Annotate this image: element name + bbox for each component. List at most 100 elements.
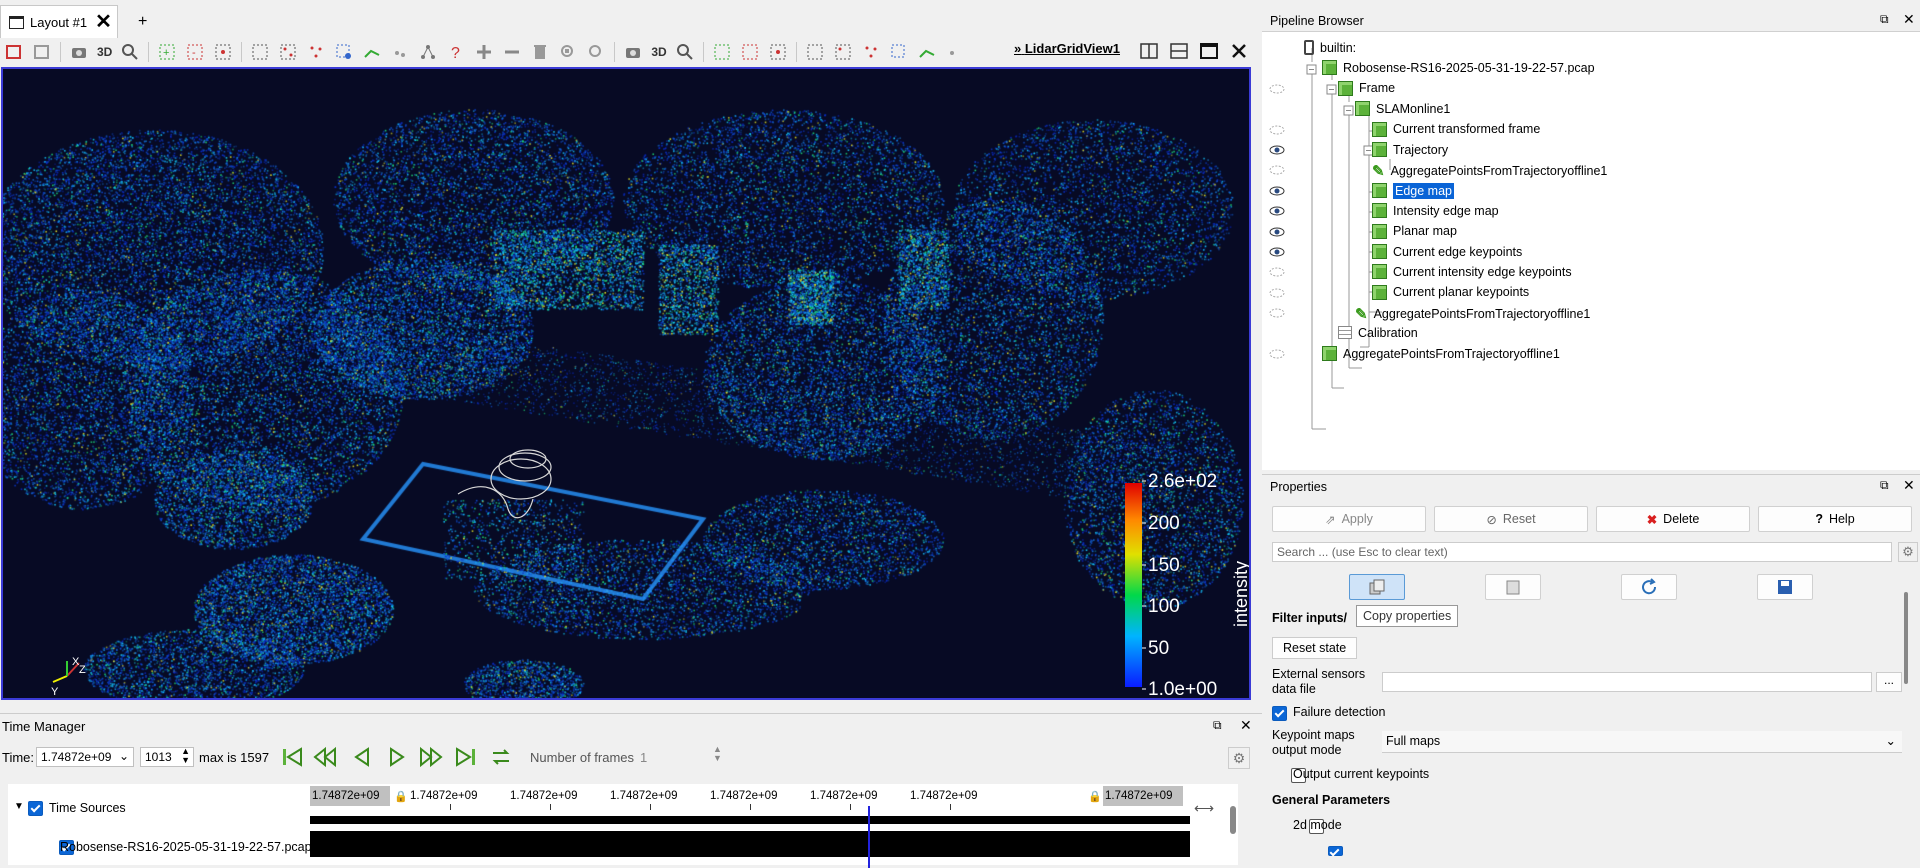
float-panel-icon[interactable]: ⧉ (1880, 12, 1889, 27)
hover-points-icon[interactable] (361, 41, 383, 63)
paste-properties-button[interactable] (1485, 574, 1541, 600)
split-vertical-icon[interactable] (1168, 40, 1190, 62)
lock-icon[interactable]: 🔒 (394, 790, 408, 803)
interactive-select-icon[interactable] (333, 41, 355, 63)
time-settings-gear-icon[interactable]: ⚙ (1228, 747, 1250, 769)
clear-selection-icon[interactable] (529, 41, 551, 63)
eye-open-icon[interactable] (1269, 227, 1285, 237)
timeline-scrollbar[interactable] (1230, 806, 1236, 834)
eye-closed-icon[interactable] (1269, 165, 1285, 175)
number-of-frames-value[interactable]: 1 (640, 750, 720, 765)
previous-frame-icon[interactable] (313, 745, 337, 772)
hover-cells-icon-2[interactable] (944, 41, 966, 63)
browse-button[interactable]: ... (1876, 672, 1902, 692)
pipeline-node[interactable]: ✎ AggregatePointsFromTrajectoryoffline1 (1372, 162, 1607, 180)
pipeline-node[interactable]: Current transformed frame (1372, 121, 1540, 137)
split-horizontal-icon[interactable] (1138, 40, 1160, 62)
properties-search-input[interactable]: Search ... (use Esc to clear text) (1272, 542, 1892, 562)
select-points-icon-2[interactable] (767, 41, 789, 63)
external-sensors-input[interactable] (1382, 672, 1872, 692)
pipeline-node[interactable]: Frame (1338, 80, 1395, 96)
layout-tab[interactable]: Layout #1 ✕ (0, 5, 118, 38)
select-cells-on-icon-2[interactable] (711, 41, 733, 63)
delete-button[interactable]: ✖ Delete (1596, 506, 1750, 532)
reset-button[interactable]: ⊘ Reset (1434, 506, 1588, 532)
properties-scrollbar[interactable] (1904, 592, 1908, 684)
pipeline-node[interactable]: Calibration (1338, 326, 1418, 340)
help-button[interactable]: ? Help (1758, 506, 1912, 532)
grow-selection-icon[interactable] (473, 41, 495, 63)
pipeline-node[interactable]: Edge map (1372, 182, 1454, 199)
pipeline-node[interactable]: Current planar keypoints (1372, 284, 1529, 300)
eye-closed-icon[interactable] (1269, 288, 1285, 298)
camera-icon-2[interactable] (622, 41, 644, 63)
pipeline-node[interactable]: builtin: (1304, 40, 1356, 55)
failure-detection-checkbox[interactable] (1272, 706, 1287, 722)
pipeline-node[interactable]: Robosense-RS16-2025-05-31-19-22-57.pcap (1322, 60, 1595, 76)
next-option-checkbox[interactable] (1327, 845, 1343, 856)
keypoint-maps-select[interactable]: Full maps ⌄ (1382, 731, 1902, 753)
add-tab-button[interactable]: + (138, 13, 147, 31)
timeline-track[interactable] (310, 816, 1190, 824)
pipeline-node[interactable]: Current intensity edge keypoints (1372, 264, 1572, 280)
float-panel-icon[interactable]: ⧉ (1880, 478, 1889, 493)
eye-open-icon[interactable] (1269, 206, 1285, 216)
select-cells-on-icon[interactable]: + (156, 41, 178, 63)
time-ruler[interactable]: 1.74872e+09 🔒 1.74872e+09 🔒 1.74872e+09 1… (310, 786, 1190, 810)
camera-icon[interactable] (68, 41, 90, 63)
pipeline-node[interactable]: Planar map (1372, 223, 1457, 239)
frames-spin-icon[interactable]: ▲ ▼ (713, 745, 722, 763)
polygon-select-icon[interactable] (305, 41, 327, 63)
pipeline-node[interactable]: AggregatePointsFromTrajectoryoffline1 (1322, 346, 1560, 361)
shrink-selection-icon[interactable] (501, 41, 523, 63)
frustum-points-icon-2[interactable] (832, 41, 854, 63)
select-cells-off-icon[interactable]: - (184, 41, 206, 63)
hover-points-icon-2[interactable] (916, 41, 938, 63)
polygon-select-icon-2[interactable] (860, 41, 882, 63)
first-frame-icon[interactable] (280, 745, 304, 772)
close-panel-icon[interactable]: ✕ (1903, 11, 1915, 28)
reload-properties-button[interactable] (1621, 574, 1677, 600)
reset-camera-icon[interactable] (3, 41, 25, 63)
frustum-points-icon[interactable] (277, 41, 299, 63)
reverse-play-icon[interactable] (350, 745, 374, 772)
eye-closed-icon[interactable] (1269, 308, 1285, 318)
next-frame-icon[interactable] (419, 745, 443, 772)
pipeline-node[interactable]: SLAMonline1 (1355, 101, 1450, 117)
pcap-timeline-bar[interactable] (310, 831, 1190, 857)
select-points-icon[interactable] (212, 41, 234, 63)
pipeline-node[interactable]: Intensity edge map (1372, 203, 1499, 219)
lidar-3d-view[interactable]: 2.6e+02 200 150 100 50 1.0e+00 intensity X Z … (1, 67, 1251, 700)
zoom-to-box-icon-2[interactable] (674, 41, 696, 63)
close-panel-icon[interactable]: ✕ (1903, 477, 1915, 494)
maximize-icon[interactable] (1198, 40, 1220, 62)
lock-icon-end[interactable]: 🔒 (1088, 790, 1102, 803)
frustum-select-icon[interactable] (249, 41, 271, 63)
select-cells-off-icon-2[interactable] (739, 41, 761, 63)
plot-selection-icon[interactable] (585, 41, 607, 63)
float-panel-icon[interactable]: ⧉ (1213, 718, 1222, 733)
extract-selection-icon[interactable] (557, 41, 579, 63)
time-combo[interactable]: 1.74872e+09 ⌄ (36, 747, 134, 767)
zoom-to-box-icon[interactable] (119, 41, 141, 63)
toggle-3d-button[interactable]: 3D (97, 45, 112, 59)
zoom-data-icon[interactable] (31, 41, 53, 63)
time-sources-checkbox[interactable] (28, 801, 43, 817)
eye-closed-icon[interactable] (1269, 267, 1285, 277)
toggle-3d-button-2[interactable]: 3D (651, 45, 666, 59)
play-icon[interactable] (385, 745, 409, 772)
pipeline-node[interactable]: Trajectory (1372, 142, 1448, 157)
close-tab-icon[interactable]: ✕ (95, 12, 112, 32)
eye-open-icon[interactable] (1269, 145, 1285, 155)
close-view-icon[interactable] (1228, 40, 1250, 62)
close-panel-icon[interactable]: ✕ (1240, 717, 1252, 734)
hover-cells-icon[interactable] (389, 41, 411, 63)
eye-closed-icon[interactable] (1269, 349, 1285, 359)
view-name-link[interactable]: » LidarGridView1 (1014, 41, 1120, 56)
copy-properties-button[interactable] (1349, 574, 1405, 600)
save-defaults-button[interactable] (1757, 574, 1813, 600)
tree-select-icon[interactable] (417, 41, 439, 63)
apply-button[interactable]: ⇗ Apply (1272, 506, 1426, 532)
eye-open-icon[interactable] (1269, 186, 1285, 196)
pipeline-node[interactable]: ✎ AggregatePointsFromTrajectoryoffline1 (1355, 305, 1590, 323)
